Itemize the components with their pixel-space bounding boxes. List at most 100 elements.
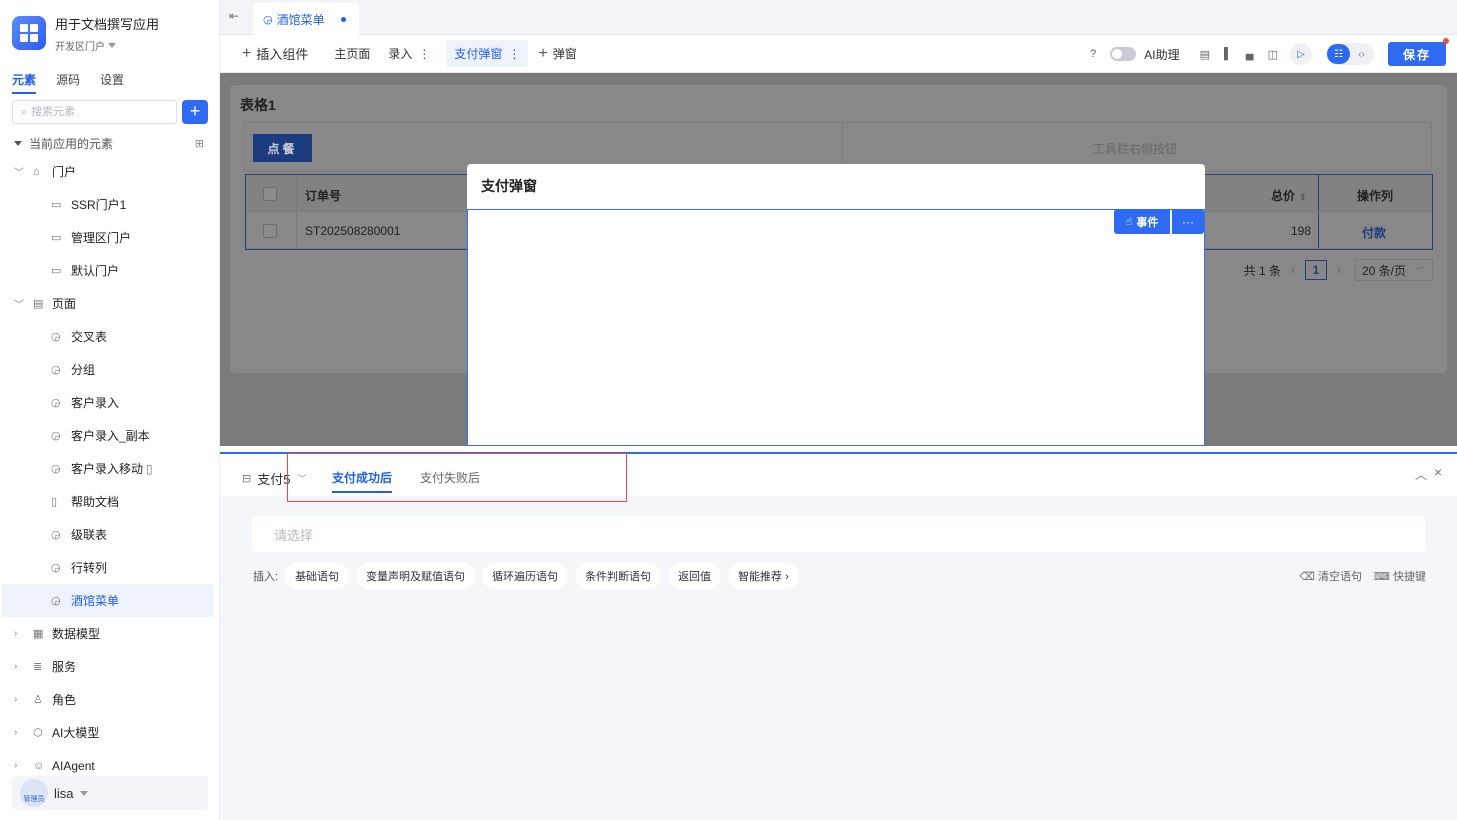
chevron-right-icon[interactable]: › xyxy=(14,727,17,738)
tree-item-label: 客户录入移动 xyxy=(71,462,144,476)
tree-item[interactable]: ◶ 行转列 xyxy=(0,551,219,584)
tab-elements[interactable]: 元素 xyxy=(12,71,37,94)
tree-item[interactable]: ◶ 级联表 xyxy=(0,518,219,551)
sidebar-tabs: 元素 源码 设置 xyxy=(12,71,124,94)
page-link-icon: ◶ xyxy=(51,463,61,475)
tab-settings[interactable]: 设置 xyxy=(100,71,124,94)
tree-item[interactable]: ▭ SSR门户1 xyxy=(0,188,219,221)
save-button[interactable]: 保存 xyxy=(1388,38,1449,66)
right-panel-icon[interactable]: ◫ xyxy=(1268,48,1278,61)
design-canvas: 表格1 点餐 工具栏右侧按钮 订单号 总价 ⇕ 操作列 ST2025082800… xyxy=(220,73,1457,446)
add-popup-button[interactable]: + 弹窗 xyxy=(538,45,576,63)
chip-variable-statement[interactable]: 变量声明及赋值语句 xyxy=(356,563,476,589)
modal-body[interactable]: ☝ 事件 ··· xyxy=(467,209,1205,446)
search-input[interactable] xyxy=(31,106,162,118)
insert-component-button[interactable]: + 插入组件 xyxy=(242,44,308,63)
collapse-up-icon[interactable]: ︿ xyxy=(1415,466,1427,483)
more-button[interactable]: ··· xyxy=(1172,209,1204,234)
page-number[interactable]: 1 xyxy=(1305,260,1327,280)
entry-tab[interactable]: 录入 ⋮ xyxy=(388,45,430,62)
chevron-right-icon[interactable]: › xyxy=(14,661,17,672)
shortcut-button[interactable]: ⌨ 快捷键 xyxy=(1374,568,1426,584)
select-all-checkbox[interactable] xyxy=(263,187,277,201)
doc-tab[interactable]: ◶ 酒馆菜单 xyxy=(253,3,359,35)
clear-statements-button[interactable]: ⌫ 清空语句 xyxy=(1299,568,1362,584)
bottom-panel-icon[interactable]: ▄ xyxy=(1246,48,1254,60)
add-element-button[interactable]: + xyxy=(182,100,208,124)
tree-item[interactable]: ﹀ ⌂ 门户 xyxy=(0,155,219,188)
chip-return-value[interactable]: 返回值 xyxy=(668,563,722,589)
main-page-tab[interactable]: 主页面 xyxy=(334,45,370,62)
layout-grid-icon[interactable]: ▤ xyxy=(1200,48,1210,61)
app-header[interactable]: 用于文档撰写应用 开发区门户 xyxy=(12,16,159,53)
tree-item[interactable]: ◶ 交叉表 xyxy=(0,320,219,353)
chevron-right-icon[interactable]: › xyxy=(14,760,17,771)
header-total[interactable]: 总价 ⇕ xyxy=(1271,187,1307,204)
chip-basic-statement[interactable]: 基础语句 xyxy=(285,563,350,589)
tree-item[interactable]: ▭ 管理区门户 xyxy=(0,221,219,254)
sort-icon[interactable]: ⇕ xyxy=(1299,192,1307,202)
close-icon[interactable]: × xyxy=(1434,464,1442,480)
monitor-icon: ▭ xyxy=(51,265,62,277)
chevron-right-icon[interactable]: › xyxy=(14,628,17,639)
tree-header[interactable]: 当前应用的元素 ⊞ xyxy=(14,135,204,152)
preview-play-icon[interactable]: ▷ xyxy=(1290,43,1312,65)
monitor-icon: ▭ xyxy=(51,232,62,244)
tab-source[interactable]: 源码 xyxy=(56,71,80,94)
view-mode-switch: ☷ ‹› xyxy=(1326,43,1374,65)
portal-selector[interactable]: 开发区门户 xyxy=(55,38,159,53)
sidebar: 用于文档撰写应用 开发区门户 元素 源码 设置 ⌕ + 当前应用的元素 ⊞ ﹀ ⌂… xyxy=(0,0,220,820)
payment-popup-tab[interactable]: 支付弹窗 ⋮ xyxy=(446,40,529,67)
tree-item-label: SSR门户1 xyxy=(71,198,127,212)
tree-item[interactable]: › ⬡ AI大模型 xyxy=(0,716,219,749)
design-view-icon[interactable]: ☷ xyxy=(1327,44,1350,64)
tree-item[interactable]: ▯ 帮助文档 xyxy=(0,485,219,518)
role-icon: ♙ xyxy=(33,694,43,706)
row-checkbox[interactable] xyxy=(263,224,277,238)
tree-item[interactable]: ◶ 客户录入移动 ▯ xyxy=(0,452,219,485)
page-icon: ▤ xyxy=(33,298,44,310)
chip-condition-statement[interactable]: 条件判断语句 xyxy=(575,563,662,589)
tree-item[interactable]: ◶ 客户录入_副本 xyxy=(0,419,219,452)
chevron-down-icon xyxy=(79,790,88,800)
tree-item-label: 客户录入_副本 xyxy=(71,429,150,443)
more-vertical-icon[interactable]: ⋮ xyxy=(508,47,520,61)
user-menu[interactable]: 管理员 lisa xyxy=(12,776,208,810)
tree-item[interactable]: ▭ 默认门户 xyxy=(0,254,219,287)
more-vertical-icon[interactable]: ⋮ xyxy=(418,47,430,61)
tree-item[interactable]: › ♙ 角色 xyxy=(0,683,219,716)
chevron-right-icon[interactable]: › xyxy=(14,694,17,705)
avatar: 管理员 xyxy=(20,779,48,807)
cell-total: 198 xyxy=(1291,224,1312,238)
page-link-icon: ◶ xyxy=(51,364,61,376)
tree-item-label: 角色 xyxy=(52,693,77,707)
tree-item-label: AIAgent xyxy=(52,758,95,773)
ai-assistant-toggle[interactable] xyxy=(1110,47,1137,61)
statement-select[interactable]: 请选择 xyxy=(252,516,1425,552)
code-view-icon[interactable]: ‹› xyxy=(1350,44,1373,64)
chip-loop-statement[interactable]: 循环遍历语句 xyxy=(482,563,569,589)
chevron-down-icon[interactable]: ﹀ xyxy=(14,296,24,311)
chip-smart-recommend[interactable]: 智能推荐 › xyxy=(728,563,799,589)
next-page-icon[interactable]: › xyxy=(1337,263,1341,277)
pay-link[interactable]: 付款 xyxy=(1362,224,1386,241)
collapse-sidebar-icon[interactable]: ⇤ xyxy=(229,9,239,23)
event-button[interactable]: ☝ 事件 xyxy=(1114,209,1170,234)
page-size-select[interactable]: 20 条/页 ﹀ xyxy=(1355,259,1433,281)
help-icon[interactable]: ? xyxy=(1090,48,1096,60)
tree-item[interactable]: › ≣ 服务 xyxy=(0,650,219,683)
tree-item-label: 默认门户 xyxy=(71,264,120,278)
tree-item[interactable]: ﹀ ▤ 页面 xyxy=(0,287,219,320)
order-button[interactable]: 点餐 xyxy=(253,134,312,162)
tree-item[interactable]: › ▦ 数据模型 xyxy=(0,617,219,650)
chevron-down-icon[interactable]: ﹀ xyxy=(14,164,24,179)
tree-item-label: 管理区门户 xyxy=(71,231,132,245)
tree-filter-icon[interactable]: ⊞ xyxy=(195,137,204,150)
tree-item[interactable]: ◶ 客户录入 xyxy=(0,386,219,419)
payment-modal: 支付弹窗 ☝ 事件 ··· xyxy=(467,164,1205,446)
tree-item[interactable]: ◶ 酒馆菜单 xyxy=(2,584,213,617)
left-panel-icon[interactable]: ▌ xyxy=(1224,48,1232,60)
tree-item[interactable]: ◶ 分组 xyxy=(0,353,219,386)
document-tabbar: ⇤ ◶ 酒馆菜单 xyxy=(220,0,1457,35)
prev-page-icon[interactable]: ‹ xyxy=(1291,263,1295,277)
